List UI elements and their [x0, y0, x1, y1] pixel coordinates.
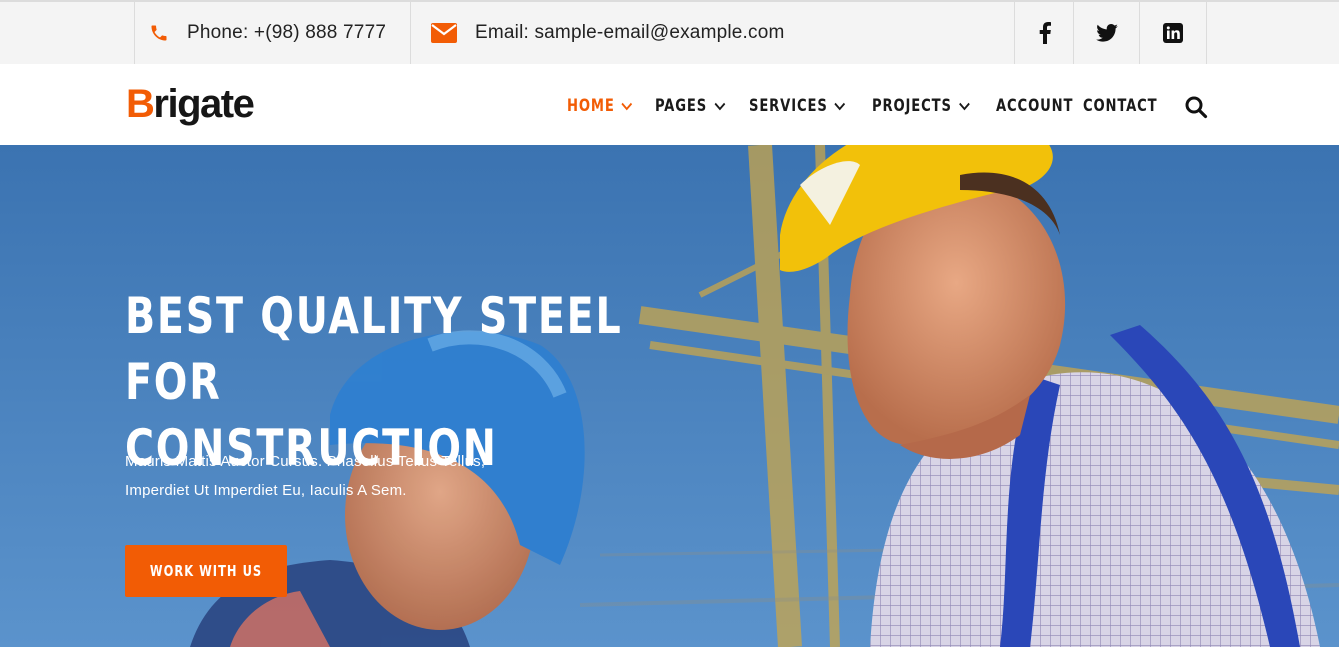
twitter-icon[interactable]	[1073, 2, 1140, 64]
chevron-down-icon	[958, 102, 970, 111]
chevron-down-icon	[834, 102, 846, 111]
nav-contact[interactable]: CONTACT	[1083, 96, 1158, 116]
facebook-icon[interactable]	[1014, 2, 1074, 64]
top-contact-bar: Phone: +(98) 888 7777 Email: sample-emai…	[0, 0, 1339, 64]
work-with-us-label: WORK WITH US	[149, 562, 263, 580]
nav-pages-label: PAGES	[655, 96, 708, 116]
phone-icon	[149, 23, 169, 43]
hero-banner: BEST QUALITY STEEL FOR CONSTRUCTION Maur…	[0, 145, 1339, 647]
work-with-us-button[interactable]: WORK WITH US	[125, 545, 287, 597]
nav-contact-label: CONTACT	[1083, 96, 1158, 116]
phone-text: Phone: +(98) 888 7777	[187, 22, 387, 43]
hero-subtitle: Mauris Mattis Auctor Cursus. Phasellus T…	[125, 447, 585, 505]
hero-title-line-1: BEST QUALITY STEEL FOR	[125, 287, 623, 411]
email-text: Email: sample-email@example.com	[475, 22, 785, 43]
nav-account[interactable]: ACCOUNT	[996, 96, 1073, 116]
phone-contact[interactable]: Phone: +(98) 888 7777	[134, 2, 411, 64]
hero-subtitle-line-2: Imperdiet Ut Imperdiet Eu, Iaculis A Sem…	[125, 482, 407, 499]
logo-accent-letter: B	[126, 82, 155, 126]
search-icon[interactable]	[1184, 95, 1208, 119]
nav-services[interactable]: SERVICES	[749, 96, 846, 116]
linkedin-icon[interactable]	[1139, 2, 1207, 64]
brand-logo[interactable]: Brigate	[126, 82, 255, 127]
email-icon	[431, 23, 457, 43]
nav-account-label: ACCOUNT	[996, 96, 1074, 116]
nav-projects[interactable]: PROJECTS	[872, 96, 970, 116]
nav-services-label: SERVICES	[749, 96, 828, 116]
chevron-down-icon	[621, 102, 633, 111]
nav-projects-label: PROJECTS	[872, 96, 952, 116]
chevron-down-icon	[714, 102, 725, 111]
site-header: Brigate HOME PAGES SERVICES PROJECTS ACC…	[0, 64, 1339, 145]
hero-subtitle-line-1: Mauris Mattis Auctor Cursus. Phasellus T…	[125, 453, 486, 470]
email-contact[interactable]: Email: sample-email@example.com	[410, 2, 1015, 64]
logo-text: rigate	[153, 82, 254, 126]
nav-home-label: HOME	[567, 96, 615, 116]
nav-home[interactable]: HOME	[567, 96, 633, 116]
nav-pages[interactable]: PAGES	[655, 96, 725, 116]
